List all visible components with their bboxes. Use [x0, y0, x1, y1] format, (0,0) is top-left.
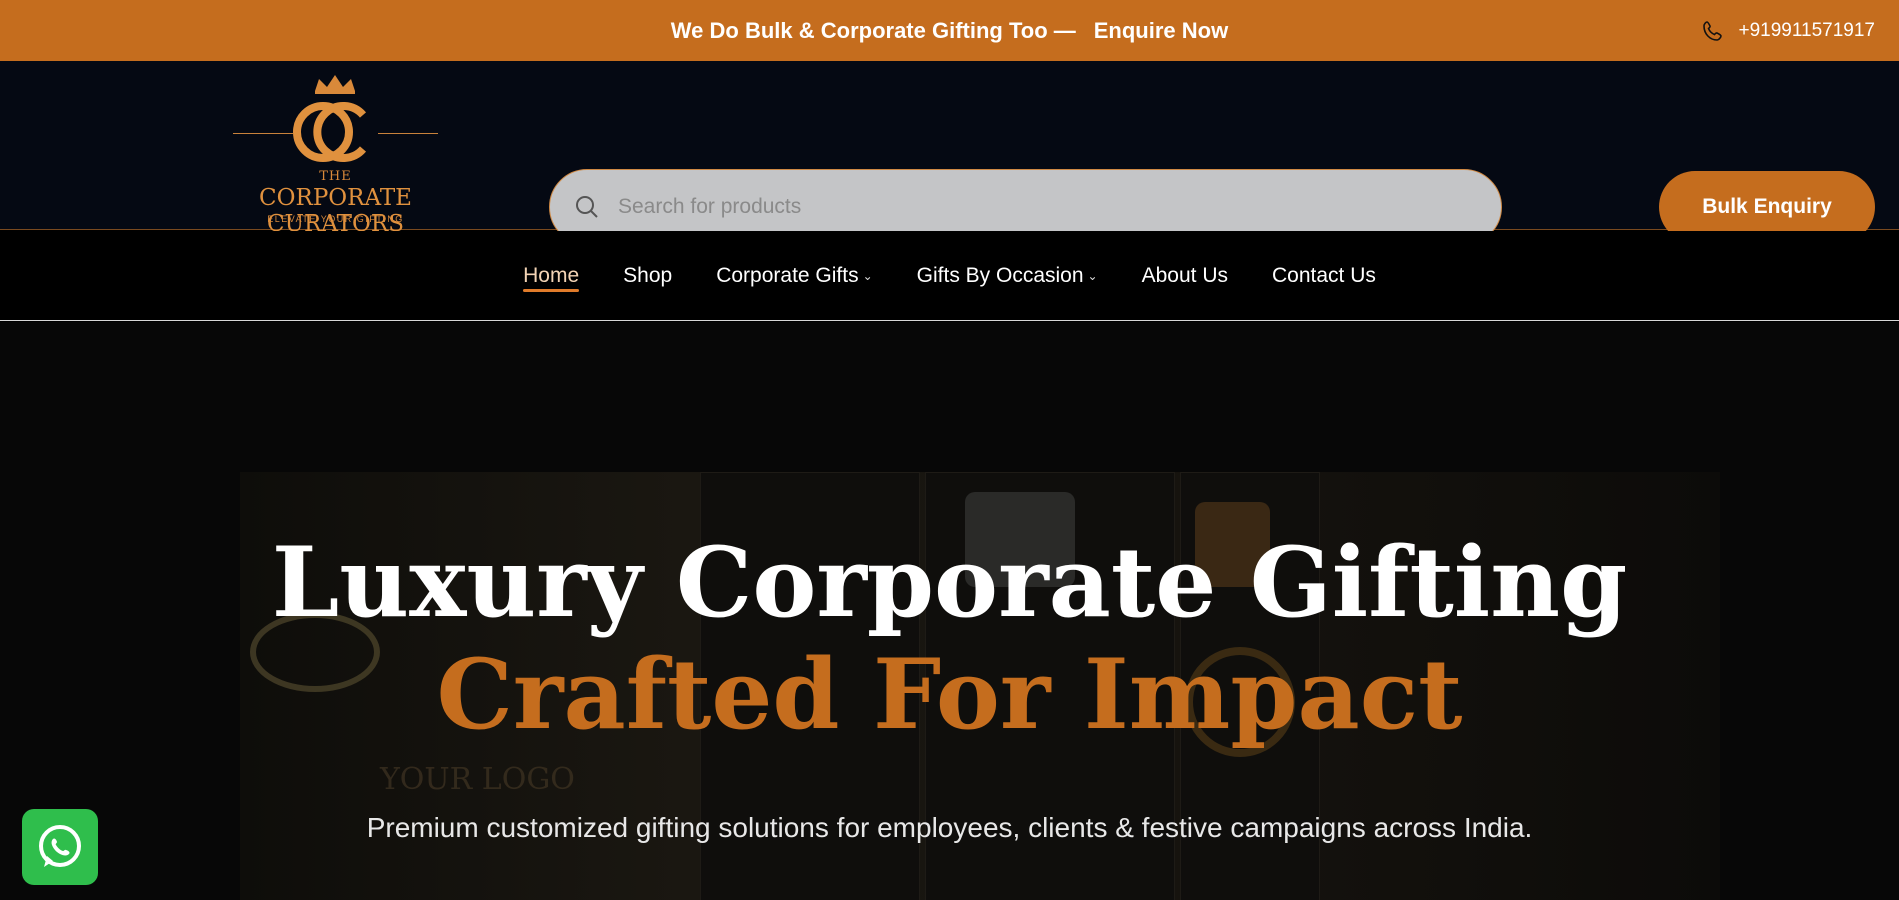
- promo-text: We Do Bulk & Corporate Gifting Too —: [670, 17, 1076, 43]
- chevron-down-icon: ⌄: [1087, 269, 1098, 283]
- announcement-bar: We Do Bulk & Corporate Gifting Too — Enq…: [0, 0, 1899, 61]
- hero-background-logo-text: YOUR LOGO: [380, 762, 575, 797]
- nav-label: Corporate Gifts: [716, 264, 859, 287]
- nav-item-gifts-by-occasion[interactable]: Gifts By Occasion ⌄: [917, 231, 1098, 321]
- phone-contact[interactable]: +919911571917: [1701, 0, 1876, 61]
- promo: We Do Bulk & Corporate Gifting Too — Enq…: [671, 18, 1228, 44]
- nav-label: Contact Us: [1272, 264, 1376, 287]
- logo-the: THE: [319, 169, 352, 184]
- whatsapp-button[interactable]: [22, 809, 98, 885]
- whatsapp-icon: [39, 825, 81, 867]
- phone-number: +919911571917: [1738, 19, 1876, 41]
- search-input[interactable]: [618, 195, 1438, 219]
- hero-title-line1: Luxury Corporate Gifting: [271, 526, 1628, 639]
- hero-title-line2: Crafted For Impact: [436, 638, 1463, 751]
- nav-item-corporate-gifts[interactable]: Corporate Gifts ⌄: [716, 231, 872, 321]
- site-header: THE CORPORATE CURATORS ELEVATE YOUR GIFT…: [0, 61, 1899, 245]
- nav-label: About Us: [1141, 264, 1228, 287]
- nav-label: Shop: [623, 264, 673, 287]
- hero-banner: YOUR LOGO Luxury Corporate Gifting Craft…: [0, 322, 1899, 900]
- nav-item-contact-us[interactable]: Contact Us: [1272, 231, 1376, 321]
- logo-rule-right: [378, 133, 438, 134]
- logo-rule-left: [233, 133, 293, 134]
- hero-subtitle: Premium customized gifting solutions for…: [366, 812, 1533, 843]
- nav-label: Home: [523, 264, 580, 287]
- monogram-icon: [293, 102, 367, 162]
- brand-logo[interactable]: THE CORPORATE CURATORS ELEVATE YOUR GIFT…: [203, 73, 468, 237]
- nav-label: Gifts By Occasion: [916, 264, 1084, 287]
- logo-tagline: ELEVATE YOUR GIFTING: [267, 214, 404, 224]
- phone-icon: [1701, 19, 1725, 43]
- logo-name: CORPORATE CURATORS: [259, 185, 412, 237]
- nav-item-about-us[interactable]: About Us: [1142, 231, 1228, 321]
- chevron-down-icon: ⌄: [862, 269, 873, 283]
- search-icon: [576, 196, 598, 218]
- nav-item-home[interactable]: Home: [523, 231, 580, 321]
- enquire-now-link[interactable]: Enquire Now: [1094, 18, 1228, 44]
- main-nav: Home Shop Corporate Gifts ⌄ Gifts By Occa…: [0, 231, 1899, 321]
- nav-item-shop[interactable]: Shop: [623, 231, 672, 321]
